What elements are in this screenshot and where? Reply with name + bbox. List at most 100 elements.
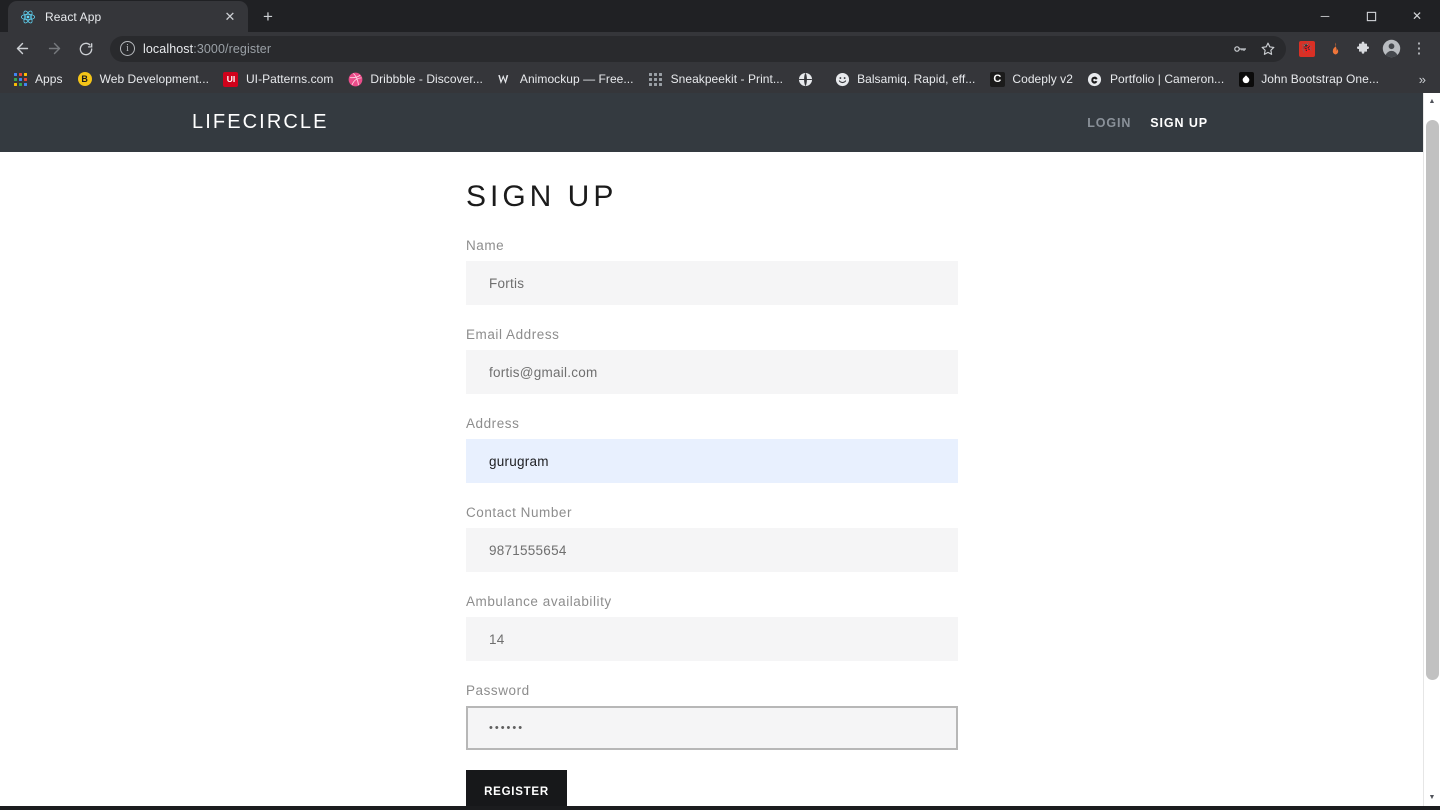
address-bar-url: localhost:3000/register	[143, 42, 271, 56]
react-logo-icon	[20, 9, 36, 25]
site-brand[interactable]: LIFECIRCLE	[192, 111, 329, 134]
field-label-email: Email Address	[466, 327, 560, 342]
bookmark-animockup[interactable]: Animockup — Free...	[491, 68, 642, 90]
bookmark-label: Portfolio | Cameron...	[1109, 72, 1225, 86]
omnibox-actions	[1228, 37, 1280, 61]
site-navbar: LIFECIRCLE LOGIN SIGN UP	[0, 93, 1423, 152]
menu-dots: ⋮	[1411, 40, 1427, 57]
extension-puzzle-icon[interactable]	[1350, 36, 1376, 62]
tab-strip: React App ✕ + ─ ✕	[0, 0, 1440, 32]
field-label-contact-number: Contact Number	[466, 505, 572, 520]
bookmarks-overflow-button[interactable]: »	[1411, 72, 1434, 87]
bookmark-dribbble[interactable]: Dribbble - Discover...	[341, 68, 490, 90]
portfolio-icon	[1087, 71, 1103, 87]
bookmark-label: Codeply v2	[1012, 72, 1073, 86]
extension-icons: 🐞 ⋮	[1294, 36, 1432, 62]
password-masked-value: ••••••	[489, 722, 525, 734]
bookmark-apps[interactable]: Apps	[6, 68, 71, 90]
field-contact-number: Contact Number 9871555654	[466, 505, 1423, 572]
field-label-password: Password	[466, 683, 530, 698]
field-label-address: Address	[466, 416, 520, 431]
register-button[interactable]: REGISTER	[466, 770, 567, 806]
scroll-down-arrow[interactable]: ▼	[1424, 789, 1440, 806]
animockup-icon	[497, 71, 513, 87]
bookmark-star-icon[interactable]	[1256, 37, 1280, 61]
sneakpeekit-grid-icon	[648, 71, 664, 87]
window-controls: ─ ✕	[1302, 0, 1440, 32]
ui-patterns-icon: UI	[223, 71, 239, 87]
password-input[interactable]: ••••••	[466, 706, 958, 750]
page-title: SIGN UP	[466, 180, 618, 213]
bookmark-label: Animockup — Free...	[519, 72, 634, 86]
name-input[interactable]: Fortis	[466, 261, 958, 305]
url-host: localhost	[143, 41, 194, 56]
bookmarks-bar: Apps B Web Development... UI UI-Patterns…	[0, 65, 1440, 93]
email-input[interactable]: fortis@gmail.com	[466, 350, 958, 394]
dribbble-icon	[347, 71, 363, 87]
bookmark-web-development[interactable]: B Web Development...	[71, 68, 217, 90]
web-page-content: LIFECIRCLE LOGIN SIGN UP SIGN UP Name Fo…	[0, 93, 1423, 806]
field-name: Name Fortis	[466, 238, 1423, 305]
vertical-scrollbar[interactable]: ▲ ▼	[1423, 93, 1440, 806]
globe-icon	[797, 71, 813, 87]
bookmark-label: Dribbble - Discover...	[370, 72, 483, 86]
field-ambulance-availability: Ambulance availability 14	[466, 594, 1423, 661]
site-nav-links: LOGIN SIGN UP	[1087, 116, 1423, 130]
bookmark-globe[interactable]	[791, 68, 828, 90]
bookmark-john-bootstrap[interactable]: John Bootstrap One...	[1232, 68, 1387, 90]
new-tab-button[interactable]: +	[254, 2, 282, 30]
extension-flame-icon[interactable]	[1322, 36, 1348, 62]
bookmark-sneakpeekit[interactable]: Sneakpeekit - Print...	[642, 68, 792, 90]
browser-window: React App ✕ + ─ ✕ i localhost:3000/regis…	[0, 0, 1440, 810]
nav-link-login[interactable]: LOGIN	[1087, 116, 1131, 130]
codeply-icon: C	[989, 71, 1005, 87]
reload-icon[interactable]	[72, 35, 100, 63]
field-password: Password ••••••	[466, 683, 1423, 750]
scrollbar-track[interactable]	[1424, 110, 1440, 789]
address-input[interactable]: gurugram	[466, 439, 958, 483]
forward-icon[interactable]	[40, 35, 68, 63]
bookmark-label: UI-Patterns.com	[245, 72, 334, 86]
tab-title: React App	[45, 9, 102, 24]
bookmark-ui-patterns[interactable]: UI UI-Patterns.com	[217, 68, 341, 90]
ambulance-availability-input[interactable]: 14	[466, 617, 958, 661]
back-icon[interactable]	[8, 35, 36, 63]
minimize-button[interactable]: ─	[1302, 0, 1348, 32]
scroll-up-arrow[interactable]: ▲	[1424, 93, 1440, 110]
field-label-name: Name	[466, 238, 505, 253]
browser-menu-icon[interactable]: ⋮	[1406, 36, 1432, 62]
url-path: :3000/register	[193, 41, 272, 56]
browser-toolbar: i localhost:3000/register 🐞 ⋮	[0, 32, 1440, 65]
taskbar-edge	[0, 806, 1440, 810]
extension-red-icon[interactable]: 🐞	[1294, 36, 1320, 62]
bookmark-codeply[interactable]: C Codeply v2	[983, 68, 1081, 90]
site-info-icon[interactable]: i	[120, 41, 135, 56]
maximize-button[interactable]	[1348, 0, 1394, 32]
browser-tab[interactable]: React App ✕	[8, 1, 248, 32]
balsamiq-smiley-icon	[834, 71, 850, 87]
scrollbar-thumb[interactable]	[1425, 120, 1439, 680]
tab-close-icon[interactable]: ✕	[222, 9, 238, 25]
bookmark-portfolio[interactable]: Portfolio | Cameron...	[1081, 68, 1232, 90]
bookmark-balsamiq[interactable]: Balsamiq. Rapid, eff...	[828, 68, 983, 90]
bookmark-label: Web Development...	[99, 72, 209, 86]
bookmark-label: Balsamiq. Rapid, eff...	[857, 72, 976, 86]
apps-grid-icon	[12, 71, 28, 87]
field-email: Email Address fortis@gmail.com	[466, 327, 1423, 394]
address-bar[interactable]: i localhost:3000/register	[110, 35, 1286, 62]
password-key-icon[interactable]	[1228, 37, 1252, 61]
field-address: Address gurugram	[466, 416, 1423, 483]
bookmark-label: John Bootstrap One...	[1261, 72, 1379, 86]
profile-avatar-icon[interactable]	[1378, 36, 1404, 62]
nav-link-signup[interactable]: SIGN UP	[1150, 116, 1208, 130]
bookmark-label: Apps	[35, 72, 63, 86]
john-bootstrap-icon	[1238, 71, 1254, 87]
close-window-button[interactable]: ✕	[1394, 0, 1440, 32]
page-viewport: LIFECIRCLE LOGIN SIGN UP SIGN UP Name Fo…	[0, 93, 1440, 806]
contact-number-input[interactable]: 9871555654	[466, 528, 958, 572]
